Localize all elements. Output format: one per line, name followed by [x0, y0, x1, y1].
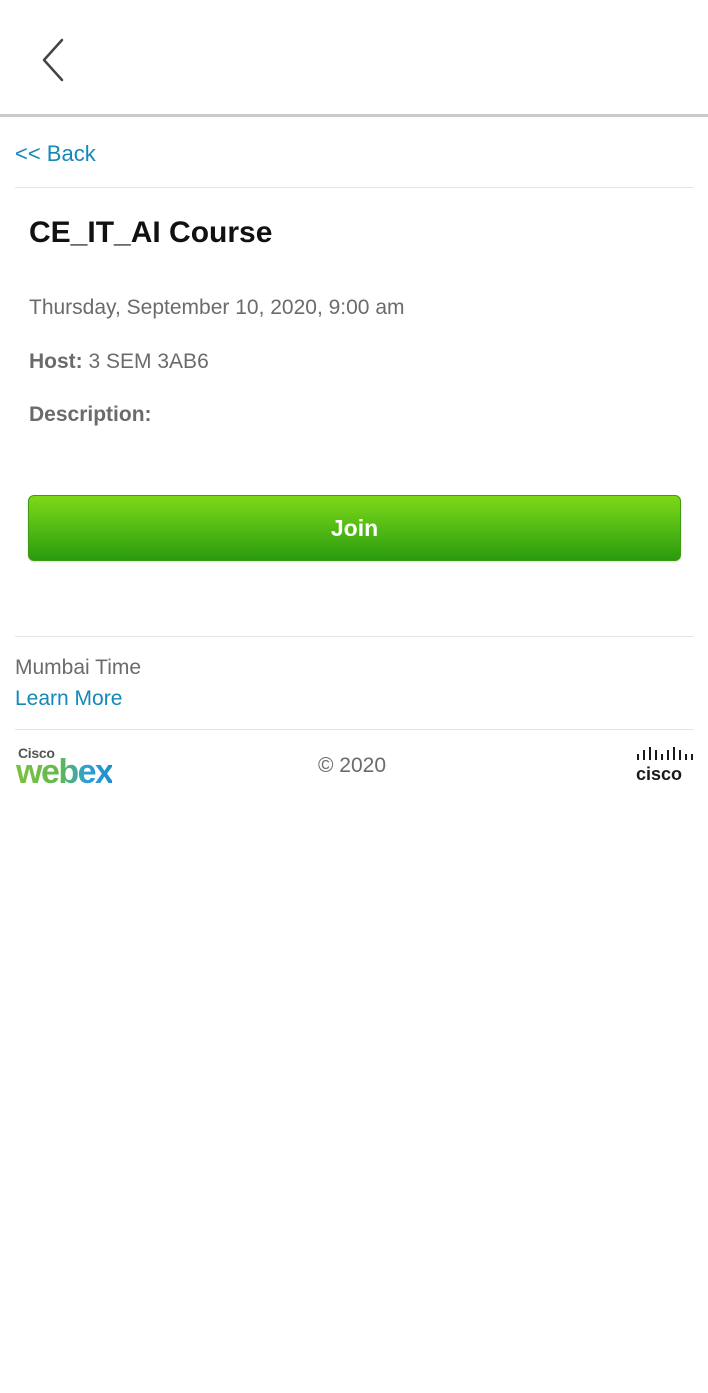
timezone-label: Mumbai Time: [15, 656, 142, 679]
back-link[interactable]: << Back: [15, 141, 96, 167]
chevron-left-icon[interactable]: [30, 30, 78, 90]
copyright-text: © 2020: [318, 754, 387, 777]
cisco-logo: cisco: [634, 746, 696, 788]
learn-more-link[interactable]: Learn More: [15, 687, 122, 711]
meeting-title: CE_IT_AI Course: [29, 216, 273, 249]
top-app-bar: [0, 0, 708, 117]
meeting-datetime: Thursday, September 10, 2020, 9:00 am: [29, 296, 405, 319]
divider: [15, 636, 694, 637]
divider: [15, 187, 694, 188]
host-value: 3 SEM 3AB6: [88, 350, 209, 373]
meeting-host: Host: 3 SEM 3AB6: [29, 350, 209, 374]
join-button[interactable]: Join: [28, 495, 681, 561]
webex-logo-word: webex: [16, 753, 114, 791]
cisco-logo-word: cisco: [636, 764, 683, 784]
description-label: Description:: [29, 403, 152, 426]
meeting-description: Description:: [29, 403, 152, 427]
divider: [15, 729, 694, 730]
webex-logo: Cisco webex: [16, 745, 128, 791]
host-label: Host:: [29, 350, 83, 373]
cisco-bars-icon: [637, 747, 693, 760]
